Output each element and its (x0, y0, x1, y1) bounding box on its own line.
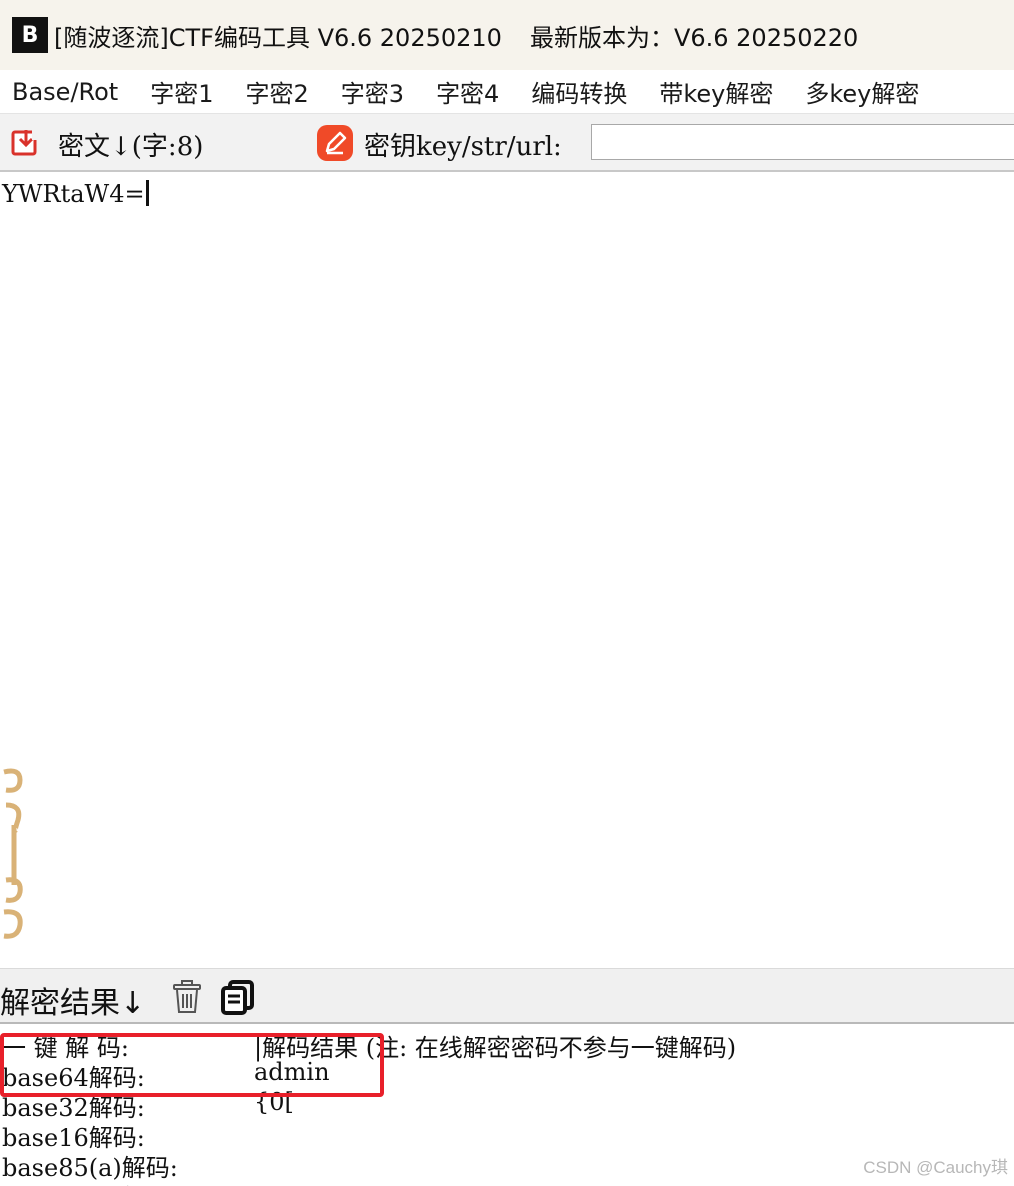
menu-multi-key-decrypt[interactable]: 多key解密 (805, 74, 919, 109)
trash-icon[interactable] (170, 979, 204, 1015)
result-value: admin (254, 1058, 330, 1086)
cipher-value: YWRtaW4= (2, 180, 145, 208)
menu-bar: Base/Rot 字密1 字密2 字密3 字密4 编码转换 带key解密 多ke… (0, 70, 1014, 114)
app-logo-icon: B (12, 17, 48, 53)
import-icon[interactable] (10, 127, 42, 159)
result-toolbar: 解密结果↓ (0, 968, 1014, 1024)
cipher-toolbar: 密文↓(字:8) 密钥key/str/url: (0, 114, 1014, 172)
result-list[interactable]: 一 键 解 码: |解码结果 (注: 在线解密密码不参与一键解码) base64… (0, 1026, 1014, 1186)
cipher-label: 密文↓(字:8) (58, 132, 204, 162)
key-label: 密钥key/str/url: (364, 132, 562, 162)
title-bar: B [随波逐流]CTF编码工具 V6.6 20250210 最新版本为：V6.6… (0, 0, 1014, 70)
result-name: base85(b)解码: (2, 1178, 179, 1186)
menu-zimi1[interactable]: 字密1 (150, 74, 213, 109)
menu-zimi2[interactable]: 字密2 (246, 74, 309, 109)
menu-key-decrypt[interactable]: 带key解密 (659, 74, 773, 109)
result-value: {0[ (254, 1088, 294, 1116)
cipher-text: YWRtaW4= (2, 180, 149, 208)
menu-base-rot[interactable]: Base/Rot (12, 78, 118, 106)
latest-version-text: 最新版本为：V6.6 20250220 (529, 23, 859, 52)
menu-zimi4[interactable]: 字密4 (436, 74, 499, 109)
text-caret (145, 180, 149, 206)
cipher-textarea[interactable]: YWRtaW4= (0, 174, 1014, 968)
splitter-handle-icon[interactable] (0, 760, 30, 945)
menu-encoding-convert[interactable]: 编码转换 (531, 74, 627, 109)
window-title: [随波逐流]CTF编码工具 V6.6 20250210 (54, 23, 502, 52)
copy-icon[interactable] (220, 979, 256, 1015)
result-label: 解密结果↓ (0, 986, 146, 1021)
menu-zimi3[interactable]: 字密3 (341, 74, 404, 109)
watermark: CSDN @Cauchy琪 (863, 1158, 1008, 1177)
edit-key-icon[interactable] (316, 124, 354, 162)
key-input[interactable] (591, 124, 1014, 160)
